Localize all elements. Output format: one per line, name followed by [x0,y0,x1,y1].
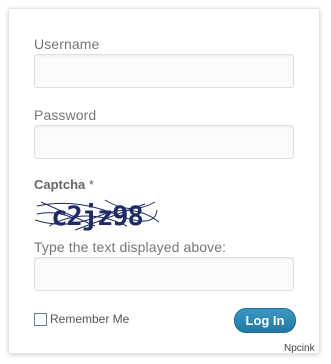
remember-me-row[interactable]: Remember Me [34,311,129,327]
remember-me-label[interactable]: Remember Me [50,312,129,326]
password-input[interactable] [34,125,294,159]
required-mark: * [88,177,94,192]
login-form: Username Password Captcha * c2jz98 Type … [8,8,320,354]
captcha-label-text: Captcha [34,177,86,192]
captcha-image-text: c2jz98 [51,201,143,232]
captcha-image: c2jz98 [35,199,159,232]
watermark: Npcink [284,343,315,354]
remember-me-checkbox[interactable] [34,312,47,326]
captcha-label: Captcha * [34,177,94,192]
username-input[interactable] [34,54,294,88]
username-label: Username [34,36,100,52]
captcha-input[interactable] [34,257,294,291]
password-label: Password [34,107,97,123]
captcha-instruction-label: Type the text displayed above: [34,239,227,255]
login-button[interactable]: Log In [234,308,296,333]
